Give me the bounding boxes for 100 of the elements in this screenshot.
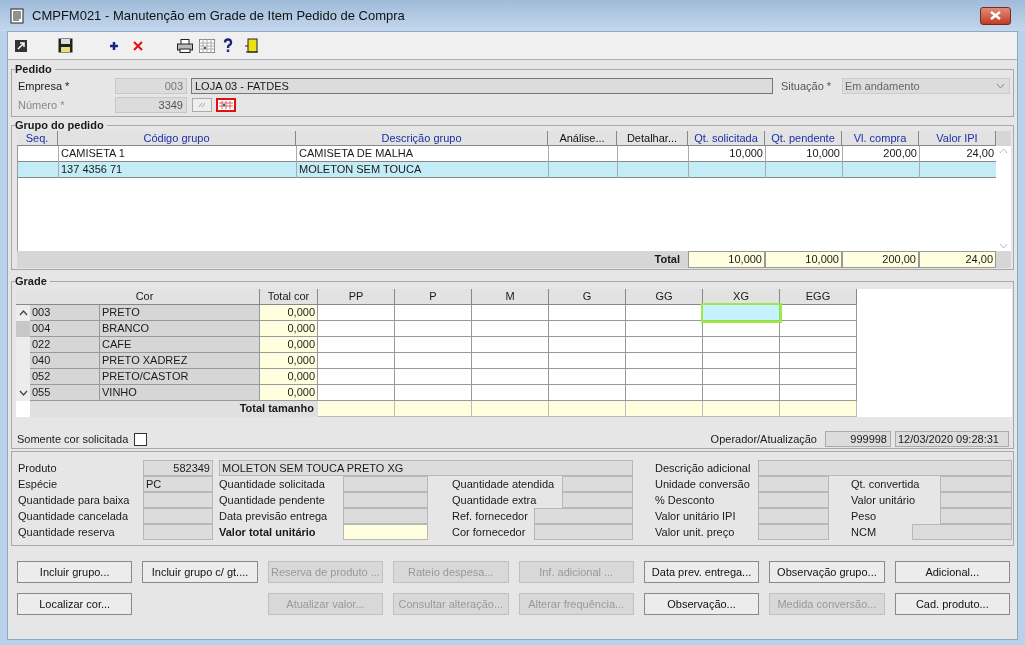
help-icon[interactable] bbox=[223, 38, 233, 53]
input-field[interactable] bbox=[758, 460, 1012, 476]
input-field[interactable] bbox=[940, 508, 1012, 524]
scrollbar[interactable] bbox=[16, 305, 30, 401]
column-header[interactable]: Análise... bbox=[548, 131, 617, 146]
calendar-button[interactable] bbox=[216, 98, 236, 112]
input-field[interactable] bbox=[626, 337, 703, 353]
input-field[interactable] bbox=[395, 321, 472, 337]
input-field[interactable] bbox=[143, 524, 213, 540]
input-field[interactable] bbox=[562, 492, 633, 508]
action-button[interactable]: Cad. produto... bbox=[894, 593, 1010, 615]
input-field[interactable] bbox=[343, 524, 428, 540]
input-field[interactable] bbox=[343, 508, 428, 524]
input-field[interactable] bbox=[758, 476, 829, 492]
column-header[interactable]: Total cor bbox=[260, 289, 318, 305]
close-button[interactable] bbox=[980, 6, 1011, 25]
print-icon[interactable] bbox=[177, 38, 193, 53]
input-field[interactable] bbox=[703, 385, 780, 401]
input-field[interactable] bbox=[318, 337, 395, 353]
input-field[interactable] bbox=[472, 369, 549, 385]
column-header[interactable]: Valor IPI bbox=[919, 131, 996, 146]
input-field[interactable] bbox=[472, 353, 549, 369]
column-header[interactable]: Qt. pendente bbox=[765, 131, 842, 146]
input-field[interactable] bbox=[626, 321, 703, 337]
input-field[interactable] bbox=[626, 385, 703, 401]
input-field[interactable] bbox=[562, 476, 633, 492]
input-field[interactable] bbox=[395, 385, 472, 401]
timestamp-field[interactable]: 12/03/2020 09:28:31 bbox=[895, 431, 1009, 447]
input-field[interactable] bbox=[318, 385, 395, 401]
input-field[interactable] bbox=[703, 305, 780, 321]
input-field[interactable]: PC bbox=[143, 476, 213, 492]
input-field[interactable] bbox=[912, 524, 1012, 540]
input-field[interactable] bbox=[534, 508, 633, 524]
input-field[interactable] bbox=[549, 353, 626, 369]
name-field[interactable]: LOJA 03 - FATDES bbox=[191, 78, 773, 94]
grid-icon[interactable] bbox=[199, 38, 215, 53]
column-header[interactable]: Código grupo bbox=[58, 131, 296, 146]
action-button[interactable]: Data prev. entrega... bbox=[643, 561, 760, 583]
column-header[interactable]: PP bbox=[318, 289, 395, 305]
table-row[interactable]: CAMISETA 1 CAMISETA DE MALHA 10,000 10,000 200,00 24,00 bbox=[18, 146, 996, 162]
input-field[interactable] bbox=[703, 337, 780, 353]
input-field[interactable] bbox=[343, 476, 428, 492]
input-field[interactable] bbox=[395, 369, 472, 385]
action-button[interactable]: Incluir grupo... bbox=[17, 561, 133, 583]
table-row[interactable]: 137 4356 71 MOLETON SEM TOUCA bbox=[18, 162, 996, 178]
input-field[interactable] bbox=[626, 305, 703, 321]
action-button[interactable]: Adicional... bbox=[894, 561, 1010, 583]
exit-icon[interactable] bbox=[245, 37, 259, 54]
input-field[interactable] bbox=[703, 353, 780, 369]
input-field[interactable] bbox=[758, 492, 829, 508]
input-field[interactable] bbox=[780, 353, 857, 369]
input-field[interactable] bbox=[780, 385, 857, 401]
column-header[interactable]: P bbox=[395, 289, 472, 305]
export-icon[interactable] bbox=[14, 38, 28, 53]
input-field[interactable] bbox=[534, 524, 633, 540]
operator-field[interactable]: 999998 bbox=[825, 431, 891, 447]
column-header[interactable]: Vl. compra bbox=[842, 131, 919, 146]
column-header[interactable]: Descrição grupo bbox=[296, 131, 548, 146]
input-field[interactable] bbox=[780, 337, 857, 353]
description-field[interactable]: MOLETON SEM TOUCA PRETO XG bbox=[219, 460, 633, 476]
input-field[interactable] bbox=[549, 321, 626, 337]
input-field[interactable] bbox=[549, 369, 626, 385]
column-header[interactable]: GG bbox=[626, 289, 703, 305]
input-field[interactable] bbox=[472, 305, 549, 321]
input-field[interactable] bbox=[940, 476, 1012, 492]
input-field[interactable] bbox=[472, 337, 549, 353]
input-field[interactable] bbox=[780, 369, 857, 385]
column-header[interactable]: Cor bbox=[30, 289, 260, 305]
column-header[interactable]: EGG bbox=[780, 289, 857, 305]
input-field[interactable] bbox=[143, 508, 213, 524]
input-field[interactable] bbox=[758, 508, 829, 524]
action-button[interactable]: Observação grupo... bbox=[769, 561, 885, 583]
action-button[interactable]: Incluir grupo c/ gt.... bbox=[142, 561, 258, 583]
input-field[interactable] bbox=[318, 305, 395, 321]
column-header[interactable]: Seq. bbox=[17, 131, 58, 146]
column-header[interactable]: M bbox=[472, 289, 549, 305]
input-field[interactable] bbox=[318, 369, 395, 385]
input-field[interactable] bbox=[472, 385, 549, 401]
add-icon[interactable] bbox=[109, 40, 119, 51]
column-header[interactable]: Detalhar... bbox=[617, 131, 688, 146]
save-icon[interactable] bbox=[58, 38, 73, 53]
status-dropdown[interactable]: Em andamento bbox=[842, 78, 1010, 94]
input-field[interactable] bbox=[758, 524, 829, 540]
input-field[interactable] bbox=[549, 305, 626, 321]
column-header[interactable]: G bbox=[549, 289, 626, 305]
chevron-down-icon[interactable] bbox=[18, 390, 28, 396]
input-field[interactable] bbox=[318, 321, 395, 337]
column-header[interactable]: Qt. solicitada bbox=[688, 131, 765, 146]
input-field[interactable] bbox=[549, 385, 626, 401]
input-field[interactable] bbox=[703, 369, 780, 385]
scroll-thumb[interactable] bbox=[16, 321, 30, 337]
input-field[interactable] bbox=[626, 353, 703, 369]
input-field[interactable] bbox=[343, 492, 428, 508]
input-field[interactable] bbox=[626, 369, 703, 385]
input-field[interactable] bbox=[780, 321, 857, 337]
input-field[interactable] bbox=[318, 353, 395, 369]
input-field[interactable] bbox=[395, 305, 472, 321]
input-field[interactable] bbox=[472, 321, 549, 337]
input-field[interactable] bbox=[940, 492, 1012, 508]
action-button[interactable]: Observação... bbox=[643, 593, 760, 615]
